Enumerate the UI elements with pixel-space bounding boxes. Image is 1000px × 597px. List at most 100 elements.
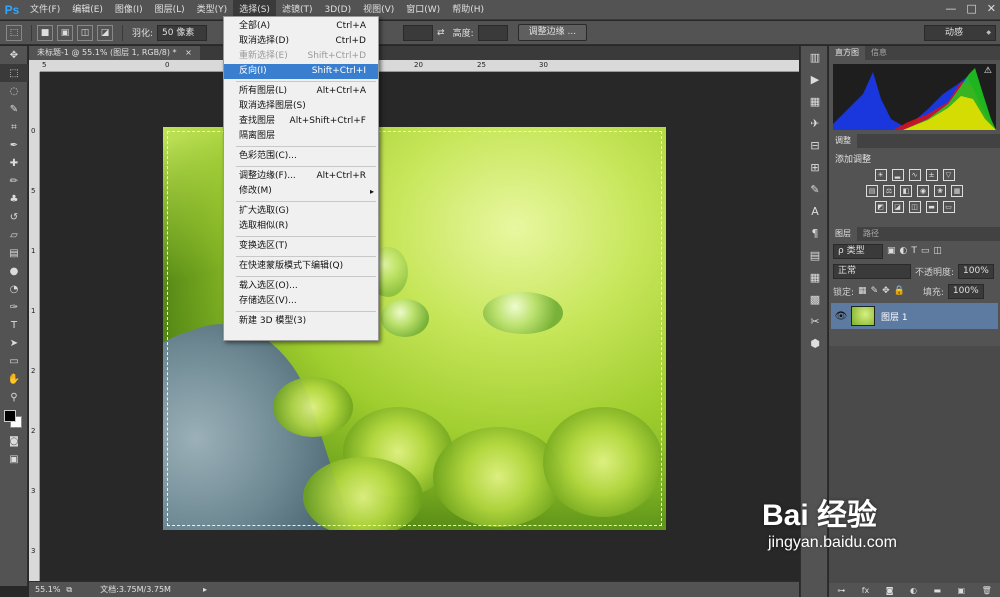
tools-icon[interactable]: ✂ <box>801 310 829 332</box>
document-canvas[interactable] <box>40 72 799 581</box>
marquee-tool-icon[interactable]: ⬚ <box>6 24 22 41</box>
select-menu-item[interactable]: 载入选区(O)... <box>224 279 378 294</box>
lasso-tool-icon[interactable]: ◌ <box>0 82 28 100</box>
eraser-tool-icon[interactable]: ▱ <box>0 226 28 244</box>
tab-layers[interactable]: 图层 <box>829 227 857 241</box>
swatches-icon[interactable]: ▩ <box>801 288 829 310</box>
select-menu-item[interactable]: 选取相似(R) <box>224 219 378 234</box>
width-input[interactable] <box>403 24 434 41</box>
lock-image-icon[interactable]: ✎ <box>871 286 879 296</box>
histogram-warning-icon[interactable]: ⚠ <box>984 66 992 76</box>
posterize-icon[interactable]: ◪ <box>891 201 904 213</box>
pen-tool-icon[interactable]: ✑ <box>0 298 28 316</box>
channel-mixer-icon[interactable]: ❀ <box>934 185 946 197</box>
maximize-icon[interactable]: □ <box>966 2 976 15</box>
path-select-tool-icon[interactable]: ➤ <box>0 334 28 352</box>
brush-presets-icon[interactable]: ⊟ <box>801 134 829 156</box>
add-mask-icon[interactable]: ◙ <box>886 586 894 595</box>
lock-all-icon[interactable]: 🔒 <box>894 286 905 296</box>
layer-item[interactable]: 👁 图层 1 <box>831 303 998 329</box>
gradient-tool-icon[interactable]: ▤ <box>0 244 28 262</box>
select-menu-item[interactable]: 所有图层(L) Alt+Ctrl+A <box>224 84 378 99</box>
menu-image[interactable]: 图像(I) <box>109 0 149 20</box>
delete-layer-icon[interactable]: 🗑 <box>982 586 992 595</box>
brush-icon[interactable]: ✎ <box>801 178 829 200</box>
intersect-selection-icon[interactable]: ◪ <box>97 24 113 41</box>
close-tab-icon[interactable]: × <box>185 48 192 57</box>
tab-adjustments[interactable]: 调整 <box>829 134 857 148</box>
threshold-icon[interactable]: ◫ <box>908 201 921 213</box>
select-menu-item[interactable]: 色彩范围(C)... <box>224 149 378 164</box>
exposure-icon[interactable]: ± <box>925 169 938 181</box>
fill-input[interactable]: 100% <box>947 283 984 299</box>
clone-source-icon[interactable]: ⊞ <box>801 156 829 178</box>
blend-mode-select[interactable]: 正常 <box>833 263 911 279</box>
layer-filter-select[interactable]: ρ 类型 <box>833 243 883 259</box>
hue-saturation-icon[interactable]: ▤ <box>866 185 878 197</box>
crop-tool-icon[interactable]: ⌗ <box>0 118 28 136</box>
select-menu-item[interactable]: 扩大选取(G) <box>224 204 378 219</box>
selective-color-icon[interactable]: ▭ <box>942 201 955 213</box>
brush-tool-icon[interactable]: ✏ <box>0 172 28 190</box>
layer-name[interactable]: 图层 1 <box>881 310 908 323</box>
zoom-tool-icon[interactable]: ⚲ <box>0 388 28 406</box>
height-input[interactable] <box>477 24 508 41</box>
workspace-select[interactable]: 动感 <box>924 25 996 41</box>
layer-comps-icon[interactable]: ▤ <box>801 244 829 266</box>
new-group-icon[interactable]: ▬ <box>933 586 941 595</box>
new-selection-icon[interactable]: ■ <box>37 24 53 41</box>
tab-paths[interactable]: 路径 <box>857 227 885 241</box>
opacity-input[interactable]: 100% <box>958 263 994 279</box>
rect-marquee-tool-icon[interactable]: ⬚ <box>0 64 28 82</box>
curves-icon[interactable]: ∿ <box>908 169 921 181</box>
tab-info[interactable]: 信息 <box>865 46 893 60</box>
invert-icon[interactable]: ◩ <box>874 201 887 213</box>
minimize-icon[interactable]: — <box>945 2 956 15</box>
close-icon[interactable]: ✕ <box>987 2 996 15</box>
zoom-level[interactable]: 55.1% <box>35 585 60 594</box>
shape-tool-icon[interactable]: ▭ <box>0 352 28 370</box>
link-layers-icon[interactable]: ⊶ <box>837 586 845 595</box>
layer-style-icon[interactable]: fx <box>862 586 870 595</box>
black-white-icon[interactable]: ◧ <box>900 185 912 197</box>
select-menu-item[interactable]: 查找图层 Alt+Shift+Ctrl+F <box>224 114 378 129</box>
menu-file[interactable]: 文件(F) <box>24 0 66 20</box>
swap-icon[interactable]: ⇄ <box>437 28 445 38</box>
select-menu-item[interactable]: 隔离图层 <box>224 129 378 144</box>
styles-icon[interactable]: ▦ <box>801 266 829 288</box>
color-lookup-icon[interactable]: ▦ <box>951 185 963 197</box>
select-menu-item[interactable]: 取消选择(D) Ctrl+D <box>224 34 378 49</box>
quick-mask-icon[interactable]: ◙ <box>0 432 28 450</box>
photo-filter-icon[interactable]: ◉ <box>917 185 929 197</box>
paragraph-icon[interactable]: ¶ <box>801 222 829 244</box>
select-menu-item[interactable]: 存储选区(V)... <box>224 294 378 309</box>
add-selection-icon[interactable]: ▣ <box>57 24 73 41</box>
status-menu-icon[interactable]: ▸ <box>203 585 207 594</box>
tool-presets-icon[interactable]: ✈ <box>801 112 829 134</box>
select-menu-item[interactable]: 调整边缘(F)... Alt+Ctrl+R <box>224 169 378 184</box>
filter-pixel-icon[interactable]: ▣ <box>887 246 896 256</box>
character-icon[interactable]: A <box>801 200 829 222</box>
hand-tool-icon[interactable]: ✋ <box>0 370 28 388</box>
history-icon[interactable]: ▥ <box>801 46 829 68</box>
menu-edit[interactable]: 编辑(E) <box>66 0 109 20</box>
menu-layer[interactable]: 图层(L) <box>149 0 191 20</box>
foreground-color[interactable] <box>4 410 16 422</box>
3d-icon[interactable]: ⬢ <box>801 332 829 354</box>
select-menu-item[interactable]: 取消选择图层(S) <box>224 99 378 114</box>
actions-icon[interactable]: ▶ <box>801 68 829 90</box>
select-menu-item[interactable]: 在快速蒙版模式下编辑(Q) <box>224 259 378 274</box>
brightness-icon[interactable]: ☀ <box>874 169 887 181</box>
move-tool-icon[interactable]: ✥ <box>0 46 28 64</box>
filter-shape-icon[interactable]: ▭ <box>921 246 930 256</box>
eyedropper-tool-icon[interactable]: ✒ <box>0 136 28 154</box>
new-layer-icon[interactable]: ▣ <box>958 586 966 595</box>
select-menu-item[interactable]: 修改(M) <box>224 184 378 199</box>
quick-select-tool-icon[interactable]: ✎ <box>0 100 28 118</box>
new-adjustment-icon[interactable]: ◐ <box>910 586 917 595</box>
visibility-eye-icon[interactable]: 👁 <box>831 311 851 322</box>
screen-mode-icon[interactable]: ▣ <box>0 450 28 468</box>
menu-window[interactable]: 窗口(W) <box>400 0 446 20</box>
levels-icon[interactable]: ▂ <box>891 169 904 181</box>
blur-tool-icon[interactable]: ● <box>0 262 28 280</box>
